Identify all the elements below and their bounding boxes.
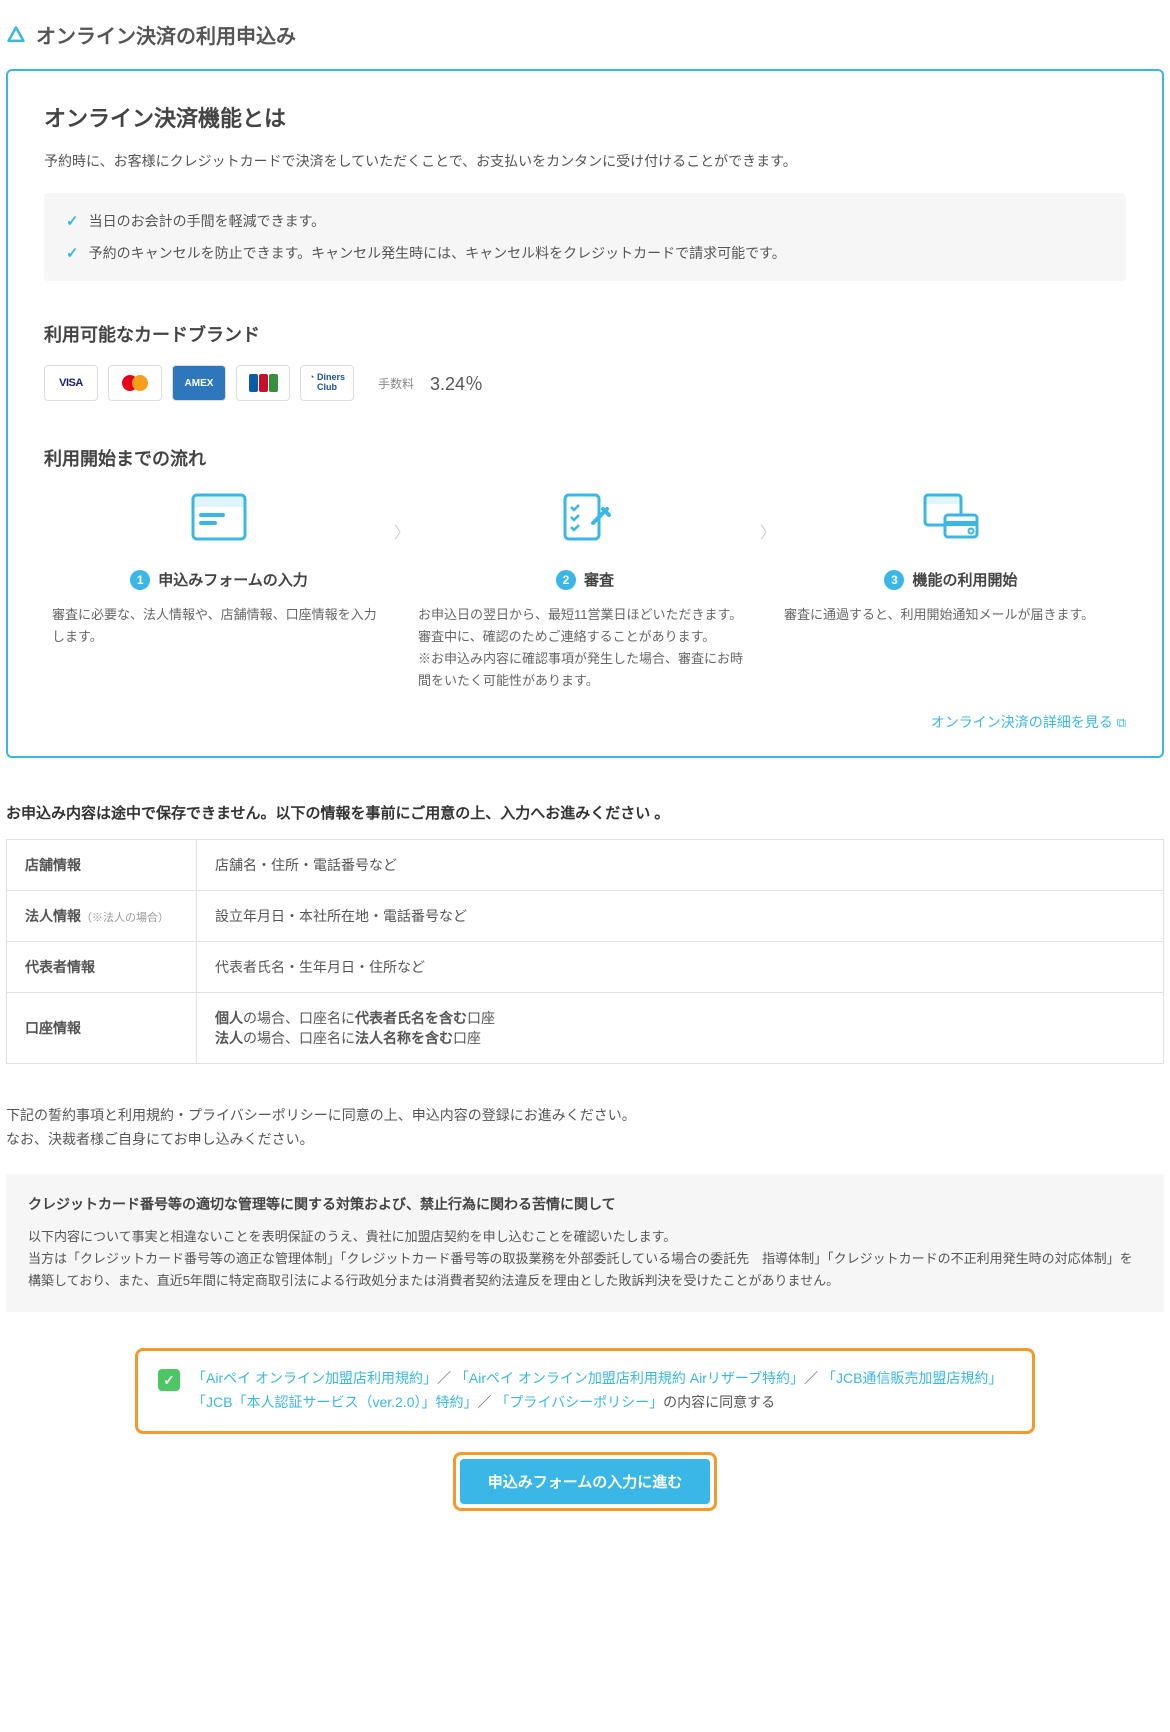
benefit-item: ✓ 予約のキャンセルを防止できます。キャンセル発生時には、キャンセル料をクレジッ… <box>66 243 1104 263</box>
flow-title: 利用開始までの流れ <box>44 445 1126 471</box>
terms-link[interactable]: 「プライバシーポリシー」 <box>495 1394 663 1410</box>
flow-step-2: 2 審査 お申込日の翌日から、最短11営業日ほどいただきます。 審査中に、確認のた… <box>410 489 760 692</box>
benefit-text: 当日のお会計の手間を軽減できます。 <box>89 211 326 231</box>
consent-checkbox-area[interactable]: ✓ 「Airペイ オンライン加盟店利用規約」／ 「Airペイ オンライン加盟店利… <box>135 1348 1035 1434</box>
row-value: 個人の場合、口座名に代表者氏名を含む口座法人の場合、口座名に法人名称を含む口座 <box>197 993 1164 1064</box>
detail-external-link[interactable]: オンライン決済の詳細を見る⧉ <box>931 714 1126 730</box>
row-label: 店舗情報 <box>7 840 197 891</box>
brand-visa-icon: VISA <box>44 365 98 401</box>
triangle-logo-icon <box>6 25 26 45</box>
checklist-icon <box>555 489 615 545</box>
terms-link[interactable]: 「Airペイ オンライン加盟店利用規約 Airリザーブ特約」 <box>455 1370 804 1386</box>
step-desc: 審査に必要な、法人情報や、店舗情報、口座情報を入力します。 <box>52 604 386 648</box>
check-icon: ✓ <box>66 212 79 230</box>
row-value: 設立年月日・本社所在地・電話番号など <box>197 891 1164 942</box>
flow-step-3: 3 機能の利用開始 審査に通過すると、利用開始通知メールが届きます。 <box>776 489 1126 626</box>
terms-link[interactable]: 「Airペイ オンライン加盟店利用規約」 <box>192 1370 437 1386</box>
terms-link[interactable]: 「JCB「本人認証サービス（ver.2.0）」特約」 <box>192 1394 477 1410</box>
table-row: 法人情報（※法人の場合）設立年月日・本社所在地・電話番号など <box>7 891 1164 942</box>
row-label: 法人情報（※法人の場合） <box>7 891 197 942</box>
step-title: 機能の利用開始 <box>912 569 1017 590</box>
step-number: 2 <box>556 570 576 590</box>
benefits-box: ✓ 当日のお会計の手間を軽減できます。 ✓ 予約のキャンセルを防止できます。キャ… <box>44 193 1126 281</box>
row-label: 代表者情報 <box>7 942 197 993</box>
benefit-item: ✓ 当日のお会計の手間を軽減できます。 <box>66 211 1104 231</box>
brand-amex-icon: AMEX <box>172 365 226 401</box>
step-number: 1 <box>130 570 150 590</box>
main-info-card: オンライン決済機能とは 予約時に、お客様にクレジットカードで決済をしていただくこ… <box>6 69 1164 758</box>
feature-title: オンライン決済機能とは <box>44 101 1126 133</box>
page-title: オンライン決済の利用申込み <box>36 20 296 49</box>
step-desc: 審査に通過すると、利用開始通知メールが届きます。 <box>784 604 1118 626</box>
complaint-title: クレジットカード番号等の適切な管理等に関する対策および、禁止行為に関わる苦情に関… <box>28 1194 1142 1214</box>
table-row: 口座情報個人の場合、口座名に代表者氏名を含む口座法人の場合、口座名に法人名称を含… <box>7 993 1164 1064</box>
prepare-info-table: 店舗情報店舗名・住所・電話番号など 法人情報（※法人の場合）設立年月日・本社所在… <box>6 839 1164 1064</box>
complaint-box: クレジットカード番号等の適切な管理等に関する対策および、禁止行為に関わる苦情に関… <box>6 1174 1164 1312</box>
terms-link[interactable]: 「JCB通信販売加盟店規約」 <box>822 1370 1002 1386</box>
form-icon <box>189 489 249 545</box>
consent-text: 「Airペイ オンライン加盟店利用規約」／ 「Airペイ オンライン加盟店利用規… <box>192 1367 1002 1415</box>
brand-diners-icon: ◔ Diners Club <box>300 365 354 401</box>
proceed-button[interactable]: 申込みフォームの入力に進む <box>460 1459 711 1504</box>
agreement-lead: 下記の誓約事項と利用規約・プライバシーポリシーに同意の上、申込内容の登録にお進み… <box>6 1104 1164 1152</box>
brand-mastercard-icon <box>108 365 162 401</box>
external-link-icon: ⧉ <box>1117 715 1126 730</box>
step-number: 3 <box>884 570 904 590</box>
check-icon: ✓ <box>66 244 79 262</box>
row-value: 代表者氏名・生年月日・住所など <box>197 942 1164 993</box>
page-header: オンライン決済の利用申込み <box>6 20 1164 49</box>
flow-row: 1 申込みフォームの入力 審査に必要な、法人情報や、店舗情報、口座情報を入力します… <box>44 489 1126 692</box>
fee-rate: 3.24％ <box>430 370 483 396</box>
brands-title: 利用可能なカードブランド <box>44 321 1126 347</box>
card-brands-row: VISA AMEX ◔ Diners Club 手数料 3.24％ <box>44 365 1126 401</box>
consent-checkbox[interactable]: ✓ <box>158 1369 180 1391</box>
fee-label: 手数料 <box>378 375 414 392</box>
proceed-button-highlight: 申込みフォームの入力に進む <box>453 1452 718 1511</box>
table-row: 代表者情報代表者氏名・生年月日・住所など <box>7 942 1164 993</box>
chevron-right-icon: 〉 <box>760 489 776 543</box>
card-window-icon <box>921 489 981 545</box>
step-title: 申込みフォームの入力 <box>158 569 308 590</box>
complaint-body: 以下内容について事実と相違ないことを表明保証のうえ、貴社に加盟店契約を申し込むこ… <box>28 1226 1142 1292</box>
row-label: 口座情報 <box>7 993 197 1064</box>
step-desc: お申込日の翌日から、最短11営業日ほどいただきます。 審査中に、確認のためご連絡… <box>418 604 752 692</box>
brand-jcb-icon <box>236 365 290 401</box>
prepare-title: お申込み内容は途中で保存できません。以下の情報を事前にご用意の上、入力へお進みく… <box>6 802 1164 823</box>
step-title: 審査 <box>584 569 614 590</box>
feature-lead: 予約時に、お客様にクレジットカードで決済をしていただくことで、お支払いをカンタン… <box>44 151 1126 171</box>
table-row: 店舗情報店舗名・住所・電話番号など <box>7 840 1164 891</box>
row-value: 店舗名・住所・電話番号など <box>197 840 1164 891</box>
benefit-text: 予約のキャンセルを防止できます。キャンセル発生時には、キャンセル料をクレジットカ… <box>89 243 786 263</box>
flow-step-1: 1 申込みフォームの入力 審査に必要な、法人情報や、店舗情報、口座情報を入力します… <box>44 489 394 648</box>
chevron-right-icon: 〉 <box>394 489 410 543</box>
